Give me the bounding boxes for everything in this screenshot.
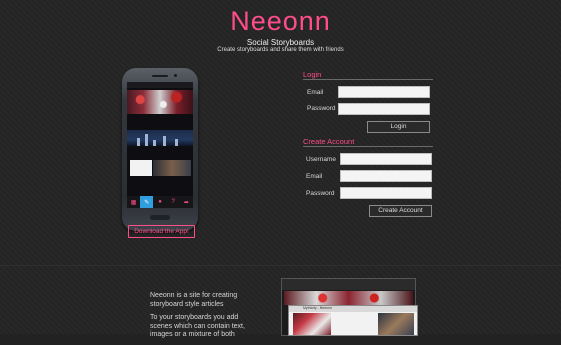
person-icon: ●	[158, 199, 162, 205]
phone-status-bar	[127, 82, 193, 88]
create-account-button[interactable]: Create Account	[369, 205, 432, 217]
phone-screen: ▦ ✎ ● ? ➦	[127, 82, 193, 208]
phone-text-card	[130, 160, 152, 176]
signup-email-label: Email	[306, 173, 323, 180]
site-tagline: Create storyboards and share them with f…	[217, 47, 344, 53]
phone-tab-bar: ▦ ✎ ● ? ➦	[127, 196, 193, 208]
phone-camera	[174, 74, 177, 77]
create-account-title: Create Account	[303, 137, 355, 146]
signup-password-input[interactable]	[340, 187, 432, 199]
preview-story-title: Mythicity - Neeonn	[303, 306, 332, 310]
login-button[interactable]: Login	[367, 121, 430, 133]
create-account-divider	[303, 146, 433, 147]
phone-mockup: ▦ ✎ ● ? ➦	[122, 68, 198, 231]
login-password-label: Password	[307, 105, 336, 112]
signup-password-label: Password	[306, 190, 335, 197]
login-password-input[interactable]	[338, 103, 430, 115]
question-icon: ?	[171, 199, 175, 205]
username-input[interactable]	[340, 153, 432, 165]
username-label: Username	[306, 156, 336, 163]
signup-email-input[interactable]	[340, 170, 432, 182]
about-text: Neeonn is a site for creating storyboard…	[150, 292, 260, 345]
site-subtitle: Social Storyboards	[246, 38, 315, 47]
about-paragraph-1: Neeonn is a site for creating storyboard…	[150, 292, 238, 308]
grid-icon: ▦	[130, 199, 137, 206]
page: Neeonn Social Storyboards Create storybo…	[0, 0, 561, 338]
share-icon: ➦	[183, 199, 189, 206]
login-divider	[303, 79, 433, 80]
download-app-button[interactable]: Download the App!	[128, 225, 195, 238]
brush-icon: ✎	[140, 196, 154, 208]
phone-city-image	[127, 130, 193, 146]
section-divider	[0, 265, 561, 266]
preview-header-bar	[282, 279, 415, 290]
phone-story-image	[127, 90, 193, 114]
phone-speaker	[152, 75, 168, 77]
preview-banner-image	[284, 291, 413, 305]
login-email-label: Email	[307, 89, 324, 96]
login-email-input[interactable]	[338, 86, 430, 98]
preview-scene-image	[293, 313, 331, 335]
preview-scene-image-2	[378, 313, 414, 335]
site-logo[interactable]: Neeonn	[0, 6, 561, 37]
phone-scene-image	[153, 160, 191, 176]
preview-screenshot-light: Mythicity - Neeonn	[288, 305, 418, 336]
phone-home-button	[150, 215, 170, 220]
header: Neeonn Social Storyboards Create storybo…	[0, 0, 561, 66]
about-paragraph-2: To your storyboards you add scenes which…	[150, 314, 245, 338]
login-title: Login	[303, 70, 322, 79]
